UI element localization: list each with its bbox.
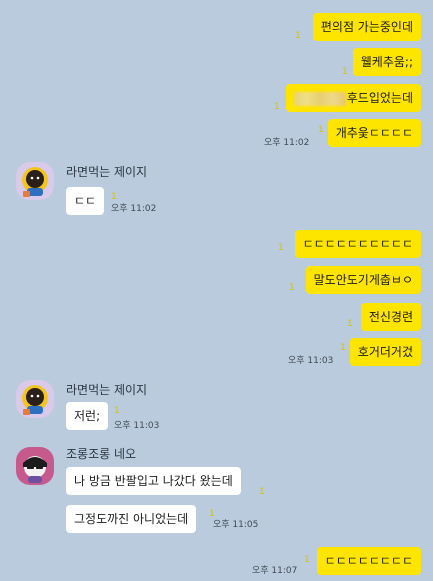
read-indicator: 1 <box>259 487 265 497</box>
jay-g-avatar-icon[interactable] <box>16 162 54 200</box>
my-message[interactable]: 웰케추움;; <box>352 48 421 76</box>
read-indicator: 1 <box>304 555 310 565</box>
my-message[interactable]: 편의점 가는중인데 <box>312 13 421 41</box>
their-message[interactable]: 나 방금 반팔입고 나갔다 왔는데 <box>66 467 241 495</box>
my-message[interactable]: ㄷㄷㄷㄷㄷㄷㄷㄷㄷㄷ <box>294 230 421 258</box>
read-indicator: 1 <box>114 406 120 416</box>
their-message[interactable]: 저런; <box>66 402 109 430</box>
my-message[interactable]: 전신경련 <box>360 303 421 331</box>
neo-avatar-icon[interactable] <box>16 447 54 485</box>
message-time: 오후 11:03 <box>288 356 334 366</box>
my-message[interactable]: ㄷㄷㄷㄷㄷㄷㄷㄷ <box>316 547 421 575</box>
my-message[interactable]: 후드입었는데 <box>285 84 421 112</box>
blurred-text <box>293 91 346 106</box>
sender-name: 라면먹는 제이지 <box>66 383 148 397</box>
read-indicator: 1 <box>209 509 215 519</box>
read-indicator: 1 <box>318 125 324 135</box>
sender-name: 조롱조롱 네오 <box>66 447 137 461</box>
my-message-text: 후드입었는데 <box>346 91 413 105</box>
read-indicator: 1 <box>342 67 348 77</box>
message-time: 오후 11:05 <box>213 520 259 530</box>
read-indicator: 1 <box>278 243 284 253</box>
my-message[interactable]: 호거더거겄 <box>349 338 421 366</box>
read-indicator: 1 <box>274 102 280 112</box>
read-indicator: 1 <box>111 192 117 202</box>
message-time: 오후 11:03 <box>114 421 160 431</box>
read-indicator: 1 <box>347 319 353 329</box>
jay-g-avatar-icon[interactable] <box>16 380 54 418</box>
sender-name: 라면먹는 제이지 <box>66 165 148 179</box>
my-message[interactable]: 말도안도기게춥ㅂㅇ <box>305 266 421 294</box>
their-message[interactable]: ㄷㄷ <box>66 187 105 215</box>
read-indicator: 1 <box>289 283 295 293</box>
my-message[interactable]: 개추웆ㄷㄷㄷㄷ <box>327 119 421 147</box>
read-indicator: 1 <box>295 31 301 41</box>
their-message[interactable]: 그정도까진 아니었는데 <box>66 505 197 533</box>
message-time: 오후 11:07 <box>252 566 298 576</box>
message-time: 오후 11:02 <box>111 204 157 214</box>
read-indicator: 1 <box>340 343 346 353</box>
message-time: 오후 11:02 <box>264 138 310 148</box>
